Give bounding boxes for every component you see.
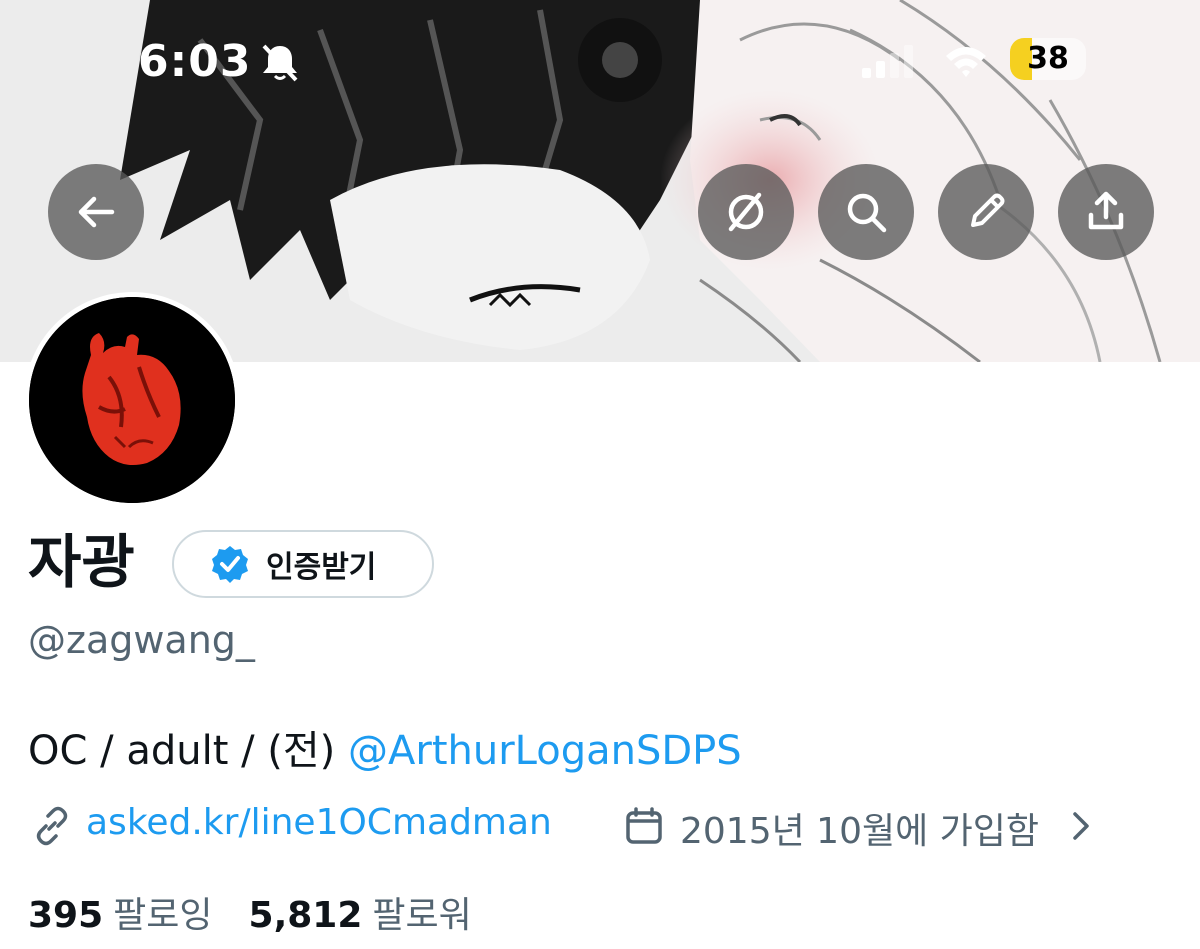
back-button[interactable] [48,164,144,260]
battery-level-text: 38 [1027,41,1069,76]
grok-button[interactable] [698,164,794,260]
wifi-icon [946,47,986,77]
following-count: 395 [28,895,104,936]
following-label: 팔로잉 [113,895,213,936]
followers-label: 팔로워 [372,895,472,936]
bell-slash-icon [262,44,298,82]
calendar-icon [626,807,662,844]
share-button[interactable] [1058,164,1154,260]
follow-stats: 395 팔로잉 5,812 팔로워 [28,886,472,938]
verified-badge-icon [212,546,248,583]
avatar[interactable] [24,292,240,508]
anatomical-heart-image [29,297,235,503]
following-stat[interactable]: 395 팔로잉 [28,895,213,936]
pencil-icon [971,193,1005,227]
status-bar: 6:03 38 [0,30,1200,90]
followers-count: 5,812 [248,895,363,936]
share-icon [1088,191,1124,230]
bio-mention-link[interactable]: @ArthurLoganSDPS [348,728,742,774]
join-date[interactable]: 2015년 10월에 가입함 [680,802,1039,854]
status-time: 6:03 [138,36,252,87]
search-button[interactable] [818,164,914,260]
arrow-left-icon [78,196,115,228]
get-verified-label: 인증받기 [266,550,377,585]
get-verified-button[interactable]: 인증받기 [172,530,434,598]
battery-icon: 38 [1010,38,1086,80]
followers-stat[interactable]: 5,812 팔로워 [249,895,472,936]
display-name: 자광 [28,528,135,596]
grok-icon [728,192,764,232]
edit-button[interactable] [938,164,1034,260]
chevron-right-icon[interactable] [1068,808,1094,844]
website-link[interactable]: asked.kr/line1OCmadman [86,802,552,843]
search-icon [847,193,887,233]
link-icon [36,806,68,846]
cellular-signal-icon [862,45,913,78]
profile-meta: asked.kr/line1OCmadman 2015년 10월에 가입함 [28,800,1178,852]
bio-text: OC / adult / (전) [28,728,349,774]
profile-bio: OC / adult / (전) @ArthurLoganSDPS [28,718,742,776]
profile-handle: @zagwang_ [28,618,255,662]
